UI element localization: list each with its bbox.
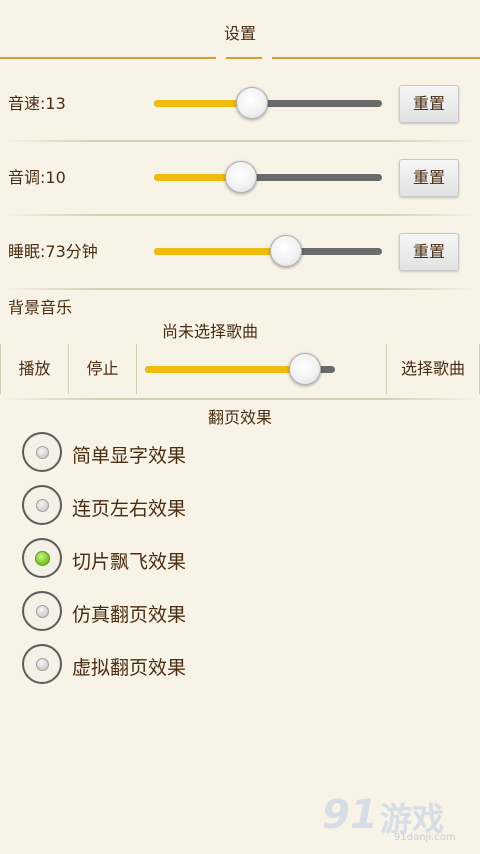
flip-option-simple[interactable]: 简单显字效果 [22,432,322,474]
slider-thumb[interactable] [288,353,321,385]
flip-option-realistic[interactable]: 仿真翻页效果 [22,591,322,633]
sleep-label: 睡眠:73分钟 [8,242,98,261]
radio-indicator [35,551,50,566]
radio-button[interactable] [22,432,62,472]
pitch-row: 音调:10 重置 [0,140,480,214]
divider [4,288,476,290]
radio-button[interactable] [22,644,62,684]
flip-option-virtual[interactable]: 虚拟翻页效果 [22,644,322,686]
current-song: 尚未选择歌曲 [161,322,258,341]
play-button[interactable]: 播放 [1,344,68,394]
speed-label: 音速:13 [8,94,66,113]
pitch-slider[interactable] [154,159,382,195]
bgm-section-title: 背景音乐 [8,298,73,317]
watermark-brand: 91 [322,792,378,838]
radio-label: 切片飘飞效果 [72,551,187,573]
header-divider-center [226,57,262,59]
slider-thumb[interactable] [224,161,257,193]
speed-row: 音速:13 重置 [0,66,480,140]
flip-effect-title: 翻页效果 [207,408,272,427]
pitch-label: 音调:10 [8,168,66,187]
slider-thumb[interactable] [236,87,269,119]
radio-button[interactable] [22,538,62,578]
speed-slider[interactable] [154,85,382,121]
radio-label: 简单显字效果 [72,445,187,467]
header-divider-right [272,57,480,59]
radio-indicator [36,605,49,618]
slider-thumb[interactable] [270,235,303,267]
header: 设置 [0,0,480,62]
page-title: 设置 [223,24,256,43]
radio-indicator [36,658,49,671]
sleep-row: 睡眠:73分钟 重置 [0,214,480,288]
sleep-slider[interactable] [154,233,382,269]
divider [4,398,476,400]
separator [136,344,137,394]
slider-fill [154,248,287,255]
slider-fill [145,366,305,373]
flip-option-lr[interactable]: 连页左右效果 [22,485,322,527]
stop-button[interactable]: 停止 [69,344,136,394]
watermark-logo: 91 游戏 91danji.com [322,792,462,844]
header-divider-left [0,57,216,59]
radio-button[interactable] [22,591,62,631]
radio-label: 连页左右效果 [72,498,187,520]
radio-label: 仿真翻页效果 [72,604,187,626]
speed-reset-button[interactable]: 重置 [399,85,459,123]
music-player: 播放 停止 选择歌曲 [0,344,480,394]
watermark-url: 91danji.com [394,832,456,843]
radio-label: 虚拟翻页效果 [72,657,187,679]
choose-song-button[interactable]: 选择歌曲 [387,344,479,394]
radio-indicator [36,499,49,512]
sleep-reset-button[interactable]: 重置 [399,233,459,271]
volume-slider[interactable] [145,351,335,387]
radio-button[interactable] [22,485,62,525]
radio-indicator [36,446,49,459]
pitch-reset-button[interactable]: 重置 [399,159,459,197]
flip-option-slice[interactable]: 切片飘飞效果 [22,538,322,580]
